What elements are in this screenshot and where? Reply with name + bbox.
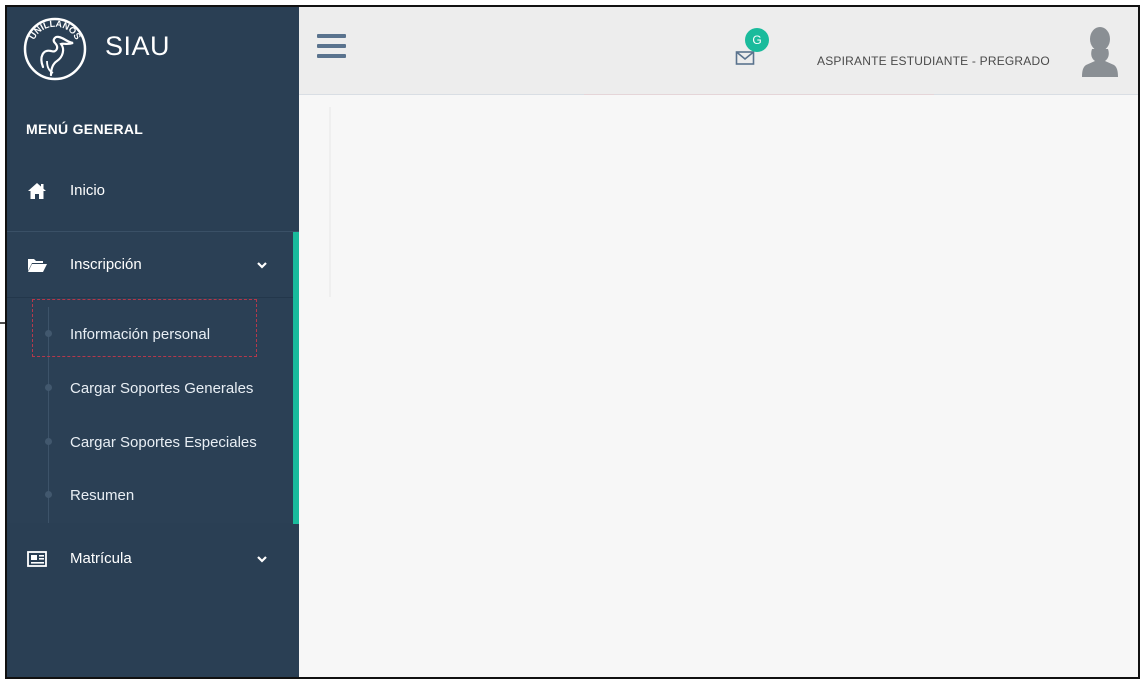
sidebar-item-inicio[interactable]: Inicio [7, 167, 299, 215]
home-icon [28, 183, 46, 199]
top-navbar: G ASPIRANTE ESTUDIANTE - PREGRADO [299, 7, 1138, 95]
app-window: UNILLANOS SIAU MENÚ GENERAL Inicio Inscr… [5, 5, 1140, 679]
hamburger-icon[interactable] [317, 34, 346, 64]
main-content [299, 95, 1138, 677]
menu-section-title: MENÚ GENERAL [26, 121, 144, 137]
heron-logo-icon: UNILLANOS [23, 17, 87, 81]
submenu-item-soportes-especiales[interactable]: Cargar Soportes Especiales [7, 422, 293, 462]
chevron-down-icon [257, 262, 267, 269]
sidebar-item-label: Matrícula [70, 550, 132, 567]
bullet-dot [45, 491, 52, 498]
sidebar: UNILLANOS SIAU MENÚ GENERAL Inicio Inscr… [7, 7, 299, 677]
submenu-item-informacion-personal[interactable]: Información personal [7, 314, 293, 354]
sidebar-item-label: Inicio [70, 182, 106, 199]
user-silhouette-icon[interactable] [1082, 25, 1118, 77]
divider [7, 297, 293, 298]
submenu-item-label: Cargar Soportes Especiales [70, 434, 257, 451]
bullet-dot [45, 438, 52, 445]
sidebar-item-inscripcion[interactable]: Inscripción [7, 241, 299, 289]
sidebar-item-label: Inscripción [70, 256, 142, 273]
submenu-item-label: Cargar Soportes Generales [70, 380, 254, 397]
bullet-dot [45, 384, 52, 391]
chevron-down-icon [257, 556, 267, 563]
submenu-item-label: Resumen [70, 487, 135, 504]
sidebar-item-matricula[interactable]: Matrícula [7, 535, 299, 583]
submenu-item-soportes-generales[interactable]: Cargar Soportes Generales [7, 368, 293, 408]
brand-title: SIAU [105, 31, 171, 61]
brand[interactable]: UNILLANOS SIAU [7, 7, 299, 95]
folder-open-icon [28, 259, 47, 272]
bullet-dot [45, 330, 52, 337]
submenu-item-resumen[interactable]: Resumen [7, 475, 293, 515]
submenu-item-label: Información personal [70, 326, 211, 343]
id-card-icon [27, 551, 47, 567]
empty-panel-edge [329, 107, 331, 297]
envelope-icon[interactable] [735, 49, 755, 67]
user-role-label[interactable]: ASPIRANTE ESTUDIANTE - PREGRADO [817, 54, 1050, 68]
notification-badge[interactable]: G [745, 28, 769, 52]
